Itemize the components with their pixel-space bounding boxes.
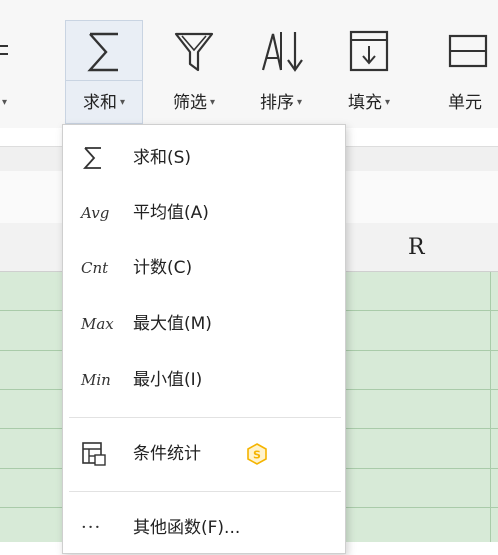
cell-label: 单元 (448, 93, 482, 113)
menu-item-sum[interactable]: 求和(S) (63, 131, 345, 185)
ribbon-toolbar: 式▾ 求和▾ 筛选▾ 排序▾ (0, 0, 498, 128)
menu-label: 条件统计 (133, 444, 201, 464)
cnt-icon: Cnt (81, 259, 109, 277)
premium-badge-icon: S (247, 443, 267, 465)
sigma-icon (82, 147, 101, 169)
sort-tool[interactable]: 排序 ▾ (244, 0, 318, 128)
chevron-down-icon: ▾ (384, 97, 391, 108)
grid-col-line (490, 272, 491, 542)
column-header-r[interactable]: R (408, 235, 425, 260)
fill-tool[interactable]: 填充 ▾ (331, 0, 407, 128)
menu-item-average[interactable]: Avg 平均值(A) (63, 186, 345, 240)
fill-down-icon (349, 30, 389, 72)
sort-label: 排序 ▾ (259, 93, 303, 113)
sum-tool[interactable]: 求和 ▾ (65, 0, 143, 128)
cell-icon (448, 34, 488, 68)
menu-item-count[interactable]: Cnt 计数(C) (63, 241, 345, 295)
chevron-down-icon: ▾ (119, 97, 126, 108)
menu-item-conditional-stats[interactable]: 条件统计 S (63, 427, 345, 481)
sum-dropdown-menu: 求和(S) Avg 平均值(A) Cnt 计数(C) Max 最大值(M) Mi… (62, 124, 346, 554)
svg-text:S: S (253, 449, 261, 462)
format-tool[interactable]: 式▾ (0, 0, 40, 128)
sort-icon (261, 32, 303, 72)
cell-tool[interactable]: 单元 (440, 0, 498, 128)
avg-icon: Avg (81, 204, 110, 222)
menu-label: 最小值(I) (133, 370, 203, 390)
sum-button-divider (65, 80, 143, 81)
fill-label: 填充 ▾ (347, 93, 391, 113)
ellipsis-icon: ··· (81, 517, 102, 538)
funnel-icon (174, 32, 214, 72)
menu-label: 最大值(M) (133, 314, 212, 334)
menu-item-min[interactable]: Min 最小值(I) (63, 353, 345, 407)
menu-label: 求和(S) (133, 148, 192, 168)
chevron-down-icon: ▾ (209, 97, 216, 108)
menu-label: 计数(C) (133, 258, 193, 278)
min-icon: Min (81, 371, 111, 389)
table-stats-icon (82, 442, 106, 466)
menu-divider (69, 491, 341, 492)
menu-label: 其他函数(F)... (133, 518, 241, 538)
sum-label: 求和 ▾ (82, 93, 126, 113)
menu-divider (69, 417, 341, 418)
sigma-icon (87, 32, 118, 72)
filter-tool[interactable]: 筛选 ▾ (157, 0, 231, 128)
filter-label: 筛选 ▾ (172, 93, 216, 113)
menu-item-other-functions[interactable]: ··· 其他函数(F)... (63, 501, 345, 555)
chevron-down-icon: ▾ (296, 97, 303, 108)
format-icon (0, 45, 8, 55)
max-icon: Max (81, 315, 114, 333)
menu-label: 平均值(A) (133, 203, 209, 223)
format-label: 式▾ (2, 97, 8, 108)
menu-item-max[interactable]: Max 最大值(M) (63, 297, 345, 351)
